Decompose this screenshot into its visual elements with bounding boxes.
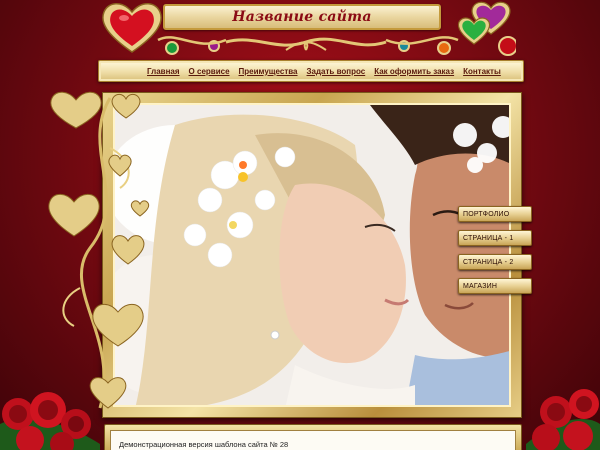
side-menu-shop[interactable]: МАГАЗИН — [458, 278, 532, 294]
roses-right — [526, 389, 600, 450]
side-menu-page-1[interactable]: СТРАНИЦА - 1 — [458, 230, 532, 246]
demo-version-text: Демонстрационная версия шаблона сайта № … — [119, 440, 289, 449]
gold-heart-icon — [111, 93, 141, 119]
content-box: Демонстрационная версия шаблона сайта № … — [110, 430, 516, 450]
gold-heart-icon — [48, 193, 100, 237]
roses-left — [0, 392, 100, 450]
orange-jewel-icon — [437, 41, 451, 55]
green-heart-icon — [457, 17, 491, 45]
nav-how-to-order[interactable]: Как оформить заказ — [374, 67, 454, 76]
red-heart-icon — [102, 3, 162, 53]
nav-advantages[interactable]: Преимущества — [239, 67, 298, 76]
gold-heart-icon — [92, 303, 144, 347]
hero-photo — [113, 103, 511, 407]
side-menu-portfolio[interactable]: ПОРТФОЛИО — [458, 206, 532, 222]
gold-hearts-vine — [48, 91, 150, 409]
side-menu-page-2[interactable]: СТРАНИЦА - 2 — [458, 254, 532, 270]
site-title: Название сайта — [232, 9, 372, 25]
nav-ask-question[interactable]: Задать вопрос — [307, 67, 366, 76]
nav-about[interactable]: О сервисе — [189, 67, 230, 76]
green-jewel-icon — [165, 41, 179, 55]
nav-contacts[interactable]: Контакты — [463, 67, 501, 76]
nav-home[interactable]: Главная — [147, 67, 180, 76]
gold-heart-icon — [130, 200, 150, 217]
side-menu: ПОРТФОЛИО СТРАНИЦА - 1 СТРАНИЦА - 2 МАГА… — [458, 206, 532, 302]
site-title-banner: Название сайта — [163, 4, 441, 30]
gold-heart-icon — [108, 154, 132, 177]
content-panel: Демонстрационная версия шаблона сайта № … — [104, 424, 522, 450]
couple-photo-image — [115, 105, 509, 405]
main-nav: Главная О сервисе Преимущества Задать во… — [98, 60, 524, 82]
rose-icon — [532, 389, 599, 450]
gold-heart-icon — [111, 235, 145, 265]
red-jewel-icon — [498, 36, 516, 56]
gold-heart-icon — [50, 91, 102, 129]
